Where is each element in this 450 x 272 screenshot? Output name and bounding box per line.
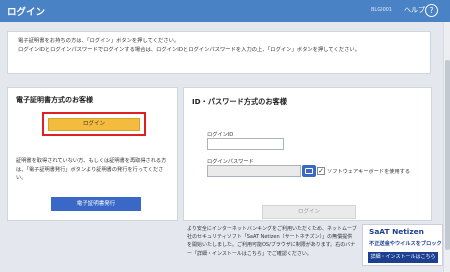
highlight-box: ログイン [42, 112, 146, 136]
page-title: ログイン [7, 7, 46, 18]
help-icon[interactable]: ? [425, 4, 438, 17]
security-software-notice: より安全にインターネットバンキングをご利用いただくため、ネットムーブ社のセキュリ… [187, 226, 357, 257]
software-keyboard-label[interactable]: ソフトウェアキーボードを使用する [327, 168, 410, 175]
login-password-input[interactable] [207, 165, 301, 177]
banner-title: SaAT Netizen [369, 227, 424, 236]
screen-code: BLGI001 [371, 7, 393, 13]
certificate-panel-heading: 電子証明書方式のお客様 [16, 96, 93, 104]
keyboard-icon[interactable] [302, 165, 316, 177]
banner-install-button[interactable]: 詳細・インストールはこちら [368, 252, 438, 263]
software-keyboard-checkbox[interactable]: ✓ [317, 167, 325, 175]
certificate-login-panel: 電子証明書方式のお客様 ログイン 証明書を取得されていない方、もしくは証明書を再… [7, 87, 178, 221]
notice-line-1: 電子証明書をお持ちの方は、「ログイン」ボタンを押してください。 [18, 38, 180, 44]
login-password-label: ログインパスワード [207, 159, 254, 165]
id-panel-heading: ID・パスワード方式のお客様 [192, 97, 287, 106]
instruction-notice: 電子証明書をお持ちの方は、「ログイン」ボタンを押してください。 ログインIDとロ… [7, 31, 431, 74]
certificate-description: 証明書を取得されていない方、もしくは証明書を再取得される方は、「電子証明書発行」… [16, 158, 167, 181]
saat-netizen-banner[interactable]: SaAT Netizen 不正送金やウイルスをブロック 詳細・インストールはこち… [362, 224, 443, 266]
scroll-thumb[interactable] [445, 60, 450, 250]
issue-certificate-button[interactable]: 電子証明書発行 [51, 197, 141, 211]
help-link[interactable]: ヘルプ [404, 5, 425, 15]
notice-line-2: ログインIDとログインパスワードでログインする場合は、ログインIDとログインパス… [18, 47, 361, 53]
login-id-input[interactable] [207, 138, 284, 150]
vertical-scrollbar[interactable] [443, 22, 450, 272]
header-bar: ログイン BLGI001 ヘルプ ? [0, 0, 450, 22]
id-login-button[interactable]: ログイン [262, 205, 356, 219]
id-password-login-panel: ID・パスワード方式のお客様 ログインID ログインパスワード ✓ ソフトウェア… [183, 87, 432, 221]
keyboard-icon-glyph [305, 168, 313, 174]
login-id-label: ログインID [207, 132, 234, 138]
banner-subtitle: 不正送金やウイルスをブロック [369, 241, 442, 247]
certificate-login-button[interactable]: ログイン [48, 118, 140, 131]
